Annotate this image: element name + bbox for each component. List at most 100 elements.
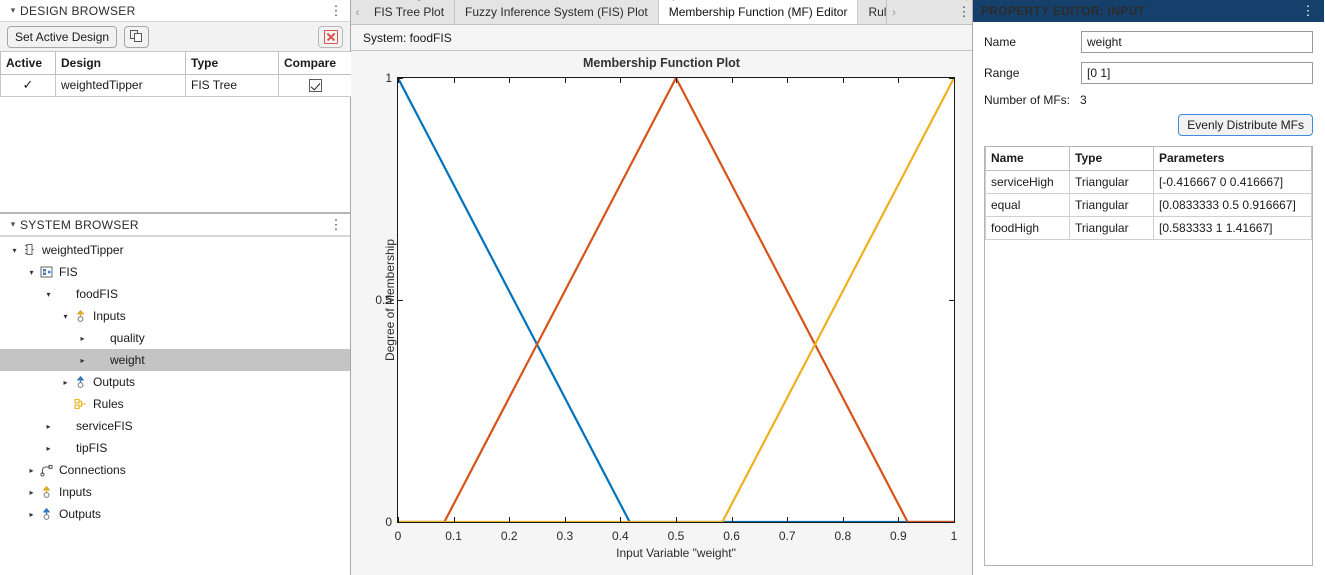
design-table-body: ✓weightedTipperFIS Tree xyxy=(1,74,352,96)
design-col-compare[interactable]: Compare xyxy=(279,52,352,74)
tab-scroll-right-icon[interactable]: › xyxy=(887,0,900,24)
design-browser-toolbar: Set Active Design xyxy=(0,22,350,52)
set-active-design-button[interactable]: Set Active Design xyxy=(7,26,117,48)
chevron-right-icon[interactable]: ▸ xyxy=(76,356,89,365)
x-tick-label: 0.6 xyxy=(723,529,740,543)
tree-item-label: foodFIS xyxy=(75,287,118,301)
mf-col-parameters[interactable]: Parameters xyxy=(1154,147,1312,170)
range-input[interactable] xyxy=(1081,62,1313,84)
y-tick-label: 0.5 xyxy=(375,293,392,307)
tree-item-inputs[interactable]: ▸Inputs xyxy=(0,481,350,503)
delete-icon xyxy=(324,30,338,44)
tree-item-foodfis[interactable]: ▾ foodFIS xyxy=(0,283,350,305)
compare-cell[interactable] xyxy=(279,74,352,96)
x-tick-label: 0.4 xyxy=(612,529,629,543)
mf-type-cell[interactable]: Triangular xyxy=(1070,216,1154,239)
design-col-active[interactable]: Active xyxy=(1,52,56,74)
collapse-caret-icon[interactable]: ▾ xyxy=(6,219,20,230)
x-tick-mark xyxy=(398,78,399,83)
tree-item-label: tipFIS xyxy=(75,441,107,455)
mf-parameters-cell[interactable]: [0.0833333 0.5 0.916667] xyxy=(1154,193,1312,216)
design-name-cell[interactable]: weightedTipper xyxy=(56,74,186,96)
tree-item-quality[interactable]: ▸quality xyxy=(0,327,350,349)
mf-col-type[interactable]: Type xyxy=(1070,147,1154,170)
design-col-design[interactable]: Design xyxy=(56,52,186,74)
range-label: Range xyxy=(984,66,1081,80)
tree-item-tipfis[interactable]: ▸ tipFIS xyxy=(0,437,350,459)
tree-item-connections[interactable]: ▸Connections xyxy=(0,459,350,481)
x-tick-mark xyxy=(509,517,510,522)
chevron-right-icon[interactable]: ▸ xyxy=(59,378,72,387)
property-editor-header: PROPERTY EDITOR: INPUT ⋮ xyxy=(973,0,1324,22)
tree-item-weightedtipper[interactable]: ▾weightedTipper xyxy=(0,239,350,261)
mf-parameters-cell[interactable]: [0.583333 1 1.41667] xyxy=(1154,216,1312,239)
tab-label: Fuzzy Inference System (FIS) Plot xyxy=(465,5,648,19)
system-browser-kebab-icon[interactable]: ⋮ xyxy=(328,220,344,230)
plot-card: Membership Function Plot Degree of Membe… xyxy=(359,55,964,569)
tree-icon-placeholder xyxy=(55,287,72,302)
mf-name-cell[interactable]: equal xyxy=(986,193,1070,216)
mf-parameters-cell[interactable]: [-0.416667 0 0.416667] xyxy=(1154,170,1312,193)
x-tick-label: 0.3 xyxy=(556,529,573,543)
tab-rul[interactable]: Rul xyxy=(858,0,887,24)
tree-item-rules[interactable]: ▸Rules xyxy=(0,393,350,415)
name-label: Name xyxy=(984,35,1081,49)
tab-fis-tree-plot[interactable]: FIS Tree Plot xyxy=(364,0,455,24)
table-row[interactable]: ✓weightedTipperFIS Tree xyxy=(1,74,352,96)
tree-item-label: weight xyxy=(109,353,145,367)
chevron-right-icon[interactable]: ▸ xyxy=(42,444,55,453)
copy-icon xyxy=(130,30,143,43)
delete-design-button[interactable] xyxy=(318,26,343,48)
chevron-right-icon[interactable]: ▸ xyxy=(25,466,38,475)
x-tick-label: 0.2 xyxy=(501,529,518,543)
table-row[interactable]: serviceHighTriangular[-0.416667 0 0.4166… xyxy=(986,170,1312,193)
tree-item-outputs[interactable]: ▸Outputs xyxy=(0,503,350,525)
compare-checkbox[interactable] xyxy=(309,79,322,92)
x-tick-mark xyxy=(732,517,733,522)
chevron-down-icon[interactable]: ▾ xyxy=(25,268,38,277)
chevron-right-icon[interactable]: ▸ xyxy=(42,422,55,431)
x-tick-label: 0.5 xyxy=(668,529,685,543)
table-row[interactable]: equalTriangular[0.0833333 0.5 0.916667] xyxy=(986,193,1312,216)
table-row[interactable]: foodHighTriangular[0.583333 1 1.41667] xyxy=(986,216,1312,239)
mf-col-name[interactable]: Name xyxy=(986,147,1070,170)
property-editor-kebab-icon[interactable]: ⋮ xyxy=(1300,6,1316,16)
copy-design-button[interactable] xyxy=(124,26,149,48)
chevron-down-icon[interactable]: ▾ xyxy=(8,246,21,255)
collapse-caret-icon[interactable]: ▾ xyxy=(6,5,20,16)
x-tick-mark xyxy=(620,517,621,522)
tree-icon-placeholder xyxy=(89,353,106,368)
mf-type-cell[interactable]: Triangular xyxy=(1070,170,1154,193)
evenly-distribute-mfs-button[interactable]: Evenly Distribute MFs xyxy=(1178,114,1313,136)
name-input[interactable] xyxy=(1081,31,1313,53)
tab-label: Rul xyxy=(868,5,886,19)
mf-name-cell[interactable]: serviceHigh xyxy=(986,170,1070,193)
x-tick-mark xyxy=(398,517,399,522)
chevron-down-icon[interactable]: ▾ xyxy=(42,290,55,299)
design-table-header-row: ActiveDesignTypeCompare xyxy=(1,52,352,74)
range-row: Range xyxy=(984,62,1313,84)
mf-type-cell[interactable]: Triangular xyxy=(1070,193,1154,216)
tab-scroll-left-icon[interactable]: ‹ xyxy=(351,0,364,24)
chevron-right-icon[interactable]: ▸ xyxy=(25,510,38,519)
tree-item-inputs[interactable]: ▾Inputs xyxy=(0,305,350,327)
design-col-type[interactable]: Type xyxy=(186,52,279,74)
plot-axes[interactable]: Degree of Membership Input Variable "wei… xyxy=(397,77,955,523)
tree-item-fis[interactable]: ▾FIS xyxy=(0,261,350,283)
tree-item-label: Rules xyxy=(92,397,124,411)
chevron-right-icon[interactable]: ▸ xyxy=(76,334,89,343)
mf-name-cell[interactable]: foodHigh xyxy=(986,216,1070,239)
mf-label-servicehigh[interactable]: serviceHigh xyxy=(367,0,430,1)
tree-item-servicefis[interactable]: ▸serviceFIS xyxy=(0,415,350,437)
tree-item-weight[interactable]: ▸ weight xyxy=(0,349,350,371)
chevron-down-icon[interactable]: ▾ xyxy=(59,312,72,321)
tab-fuzzy-inference-system-fis-plot[interactable]: Fuzzy Inference System (FIS) Plot xyxy=(455,0,659,24)
tab-overflow-kebab-icon[interactable]: ⋮ xyxy=(956,0,972,24)
tab-membership-function-mf-editor[interactable]: Membership Function (MF) Editor xyxy=(659,0,859,24)
mf-label-foodhigh[interactable]: foodHigh xyxy=(930,0,978,1)
tree-item-outputs[interactable]: ▸Outputs xyxy=(0,371,350,393)
chevron-right-icon[interactable]: ▸ xyxy=(25,488,38,497)
mf-label-equal[interactable]: equal xyxy=(661,0,690,1)
design-browser-kebab-icon[interactable]: ⋮ xyxy=(328,6,344,16)
evenly-distribute-row: Evenly Distribute MFs xyxy=(984,114,1313,136)
